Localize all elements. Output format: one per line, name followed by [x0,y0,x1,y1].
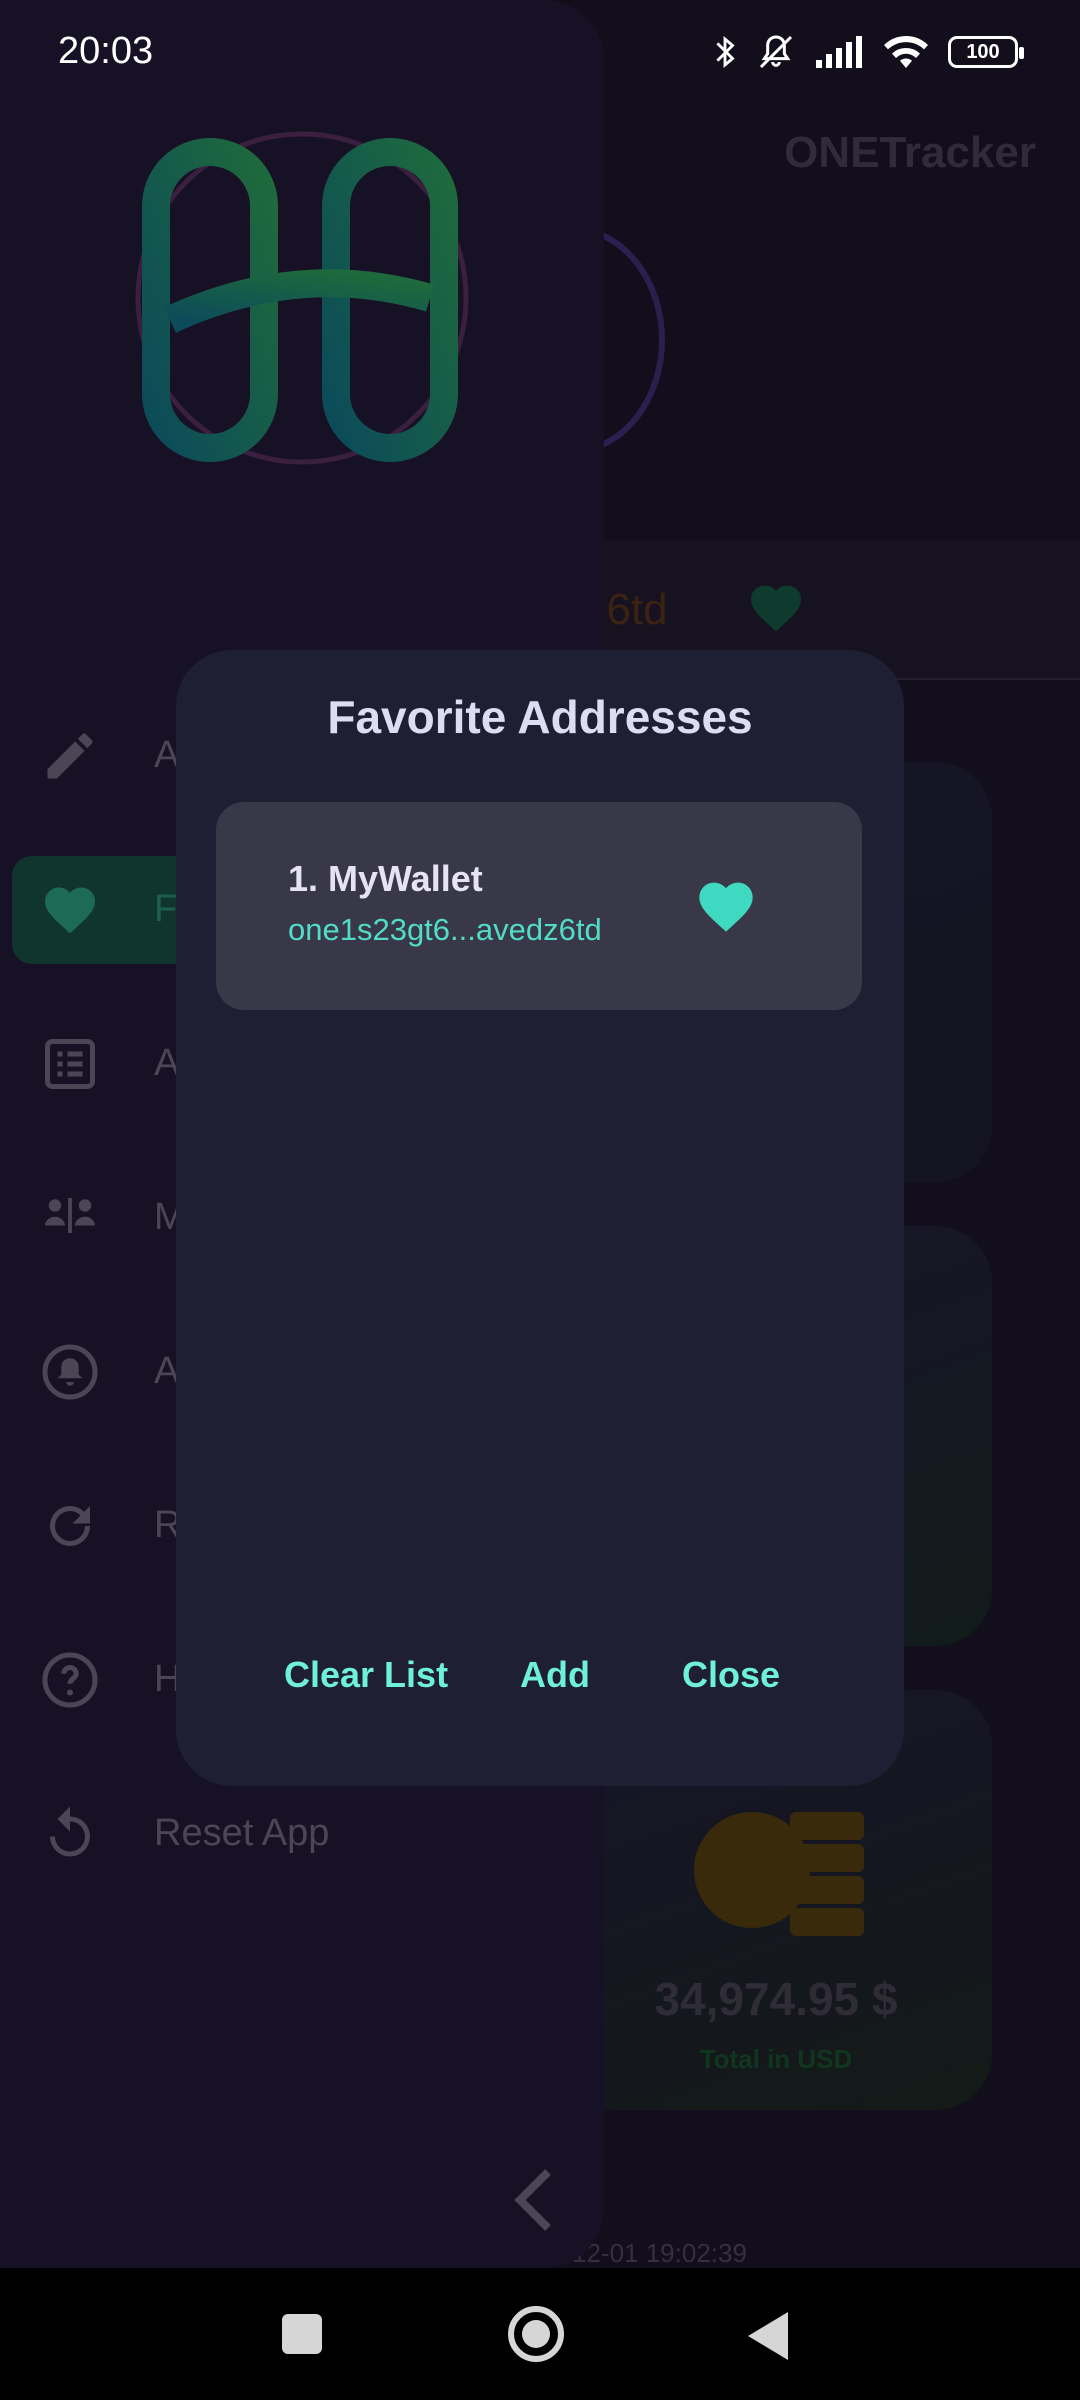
system-navigation-bar [0,2268,1080,2400]
close-button[interactable]: Close [682,1654,780,1696]
list-icon [45,1039,95,1089]
drawer-item-label: Reset App [154,1812,330,1854]
refresh-icon [50,1506,90,1546]
battery-icon: 100 [948,36,1024,68]
wifi-icon [884,36,928,68]
bluetooth-icon [716,35,735,69]
recent-apps-button[interactable] [282,2314,322,2354]
pencil-icon [47,733,93,779]
status-bar: 20:03 100 [0,0,1080,104]
reset-icon [50,1806,90,1857]
harmony-logo [135,131,469,465]
drawer-item-label: F [154,888,178,930]
coins-icon [694,1812,864,1936]
home-button[interactable] [508,2306,564,2362]
drawer-item-reset-app[interactable]: Reset App [12,1780,592,1888]
status-icons: 100 [712,28,1024,76]
help-icon [42,1652,98,1708]
favorite-addresses-dialog: Favorite Addresses 1. MyWallet one1s23gt… [176,650,904,1786]
bell-muted-icon [759,35,793,69]
back-button[interactable] [744,2310,792,2362]
last-updated-timestamp: 12-01 19:02:39 [572,2238,747,2268]
favorite-heart-icon[interactable] [746,578,806,638]
clear-list-button[interactable]: Clear List [284,1654,448,1696]
list-item[interactable]: 1. MyWallet one1s23gt6...avedz6td [216,802,862,1010]
alarm-icon [42,1344,98,1400]
people-icon [45,1198,95,1233]
add-button[interactable]: Add [520,1654,590,1696]
app-title: ONETracker [784,128,1036,177]
total-value: 34,974.95 $ [654,1973,898,2025]
heart-icon[interactable] [694,874,758,934]
chevron-left-icon[interactable] [508,2168,560,2232]
dialog-title: Favorite Addresses [327,691,753,743]
heart-icon [45,887,95,934]
signal-icon [816,36,862,68]
favorite-name: 1. MyWallet [288,858,483,899]
total-label: Total in USD [699,2044,853,2074]
status-time: 20:03 [58,30,154,72]
favorite-address: one1s23gt6...avedz6td [288,912,602,947]
